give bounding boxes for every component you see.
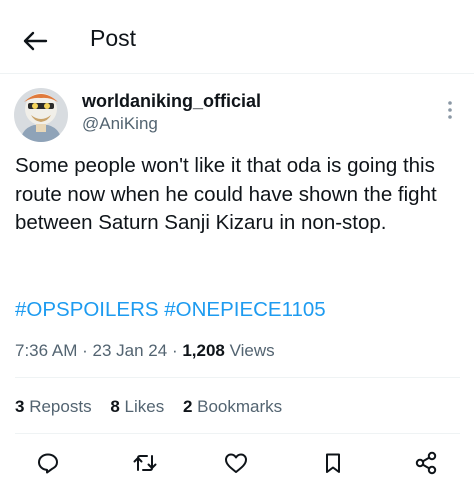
bookmarks-stat[interactable]: 2 Bookmarks <box>183 397 282 416</box>
back-button[interactable] <box>18 24 52 58</box>
divider <box>15 377 460 378</box>
bookmarks-count: 2 <box>182 397 193 416</box>
hashtag-link[interactable]: #OPSPOILERS <box>15 298 159 321</box>
meta-separator: · <box>171 341 178 360</box>
top-bar: Post <box>0 0 474 74</box>
repost-icon <box>133 455 157 471</box>
avatar-image <box>14 88 68 142</box>
bookmarks-label: Bookmarks <box>197 397 283 416</box>
share-button[interactable] <box>411 448 441 478</box>
hashtag-link[interactable]: #ONEPIECE1105 <box>164 298 325 321</box>
page-title: Post <box>90 25 137 51</box>
tweet-text: Some people won't like it that oda is go… <box>15 154 437 234</box>
reply-button[interactable] <box>33 448 63 478</box>
engagement-stats: 3 Reposts 8 Likes 2 Bookmarks <box>15 397 296 417</box>
views-label: Views <box>229 341 275 360</box>
avatar[interactable] <box>14 88 68 142</box>
tweet-date[interactable]: 23 Jan 24 <box>93 341 168 360</box>
reposts-label: Reposts <box>29 397 92 416</box>
repost-button[interactable] <box>130 448 160 478</box>
bookmark-icon <box>326 453 340 473</box>
share-icon <box>415 451 437 475</box>
bookmark-button[interactable] <box>318 448 348 478</box>
likes-stat[interactable]: 8 Likes <box>110 397 164 416</box>
like-button[interactable] <box>221 448 251 478</box>
reposts-stat[interactable]: 3 Reposts <box>15 397 92 416</box>
author-handle[interactable]: @AniKing <box>82 114 158 134</box>
reposts-count: 3 <box>15 397 25 416</box>
meta-separator: · <box>82 341 88 360</box>
likes-count: 8 <box>110 397 120 416</box>
tweet-meta: 7:36 AM · 23 Jan 24 · 1,208 Views <box>15 341 275 361</box>
action-bar <box>0 448 474 480</box>
arrow-left-icon <box>23 31 48 51</box>
vertical-dots-icon <box>448 101 452 119</box>
heart-icon <box>225 453 247 473</box>
divider <box>15 433 460 434</box>
views-count: 1,208 <box>182 341 225 360</box>
hashtags: #OPSPOILERS #ONEPIECE1105 <box>15 298 326 322</box>
more-options-button[interactable] <box>440 98 460 122</box>
reply-icon <box>38 453 58 474</box>
tweet-time[interactable]: 7:36 AM <box>15 341 77 360</box>
author-display-name[interactable]: worldaniking_official <box>82 91 261 112</box>
likes-label: Likes <box>124 397 165 416</box>
